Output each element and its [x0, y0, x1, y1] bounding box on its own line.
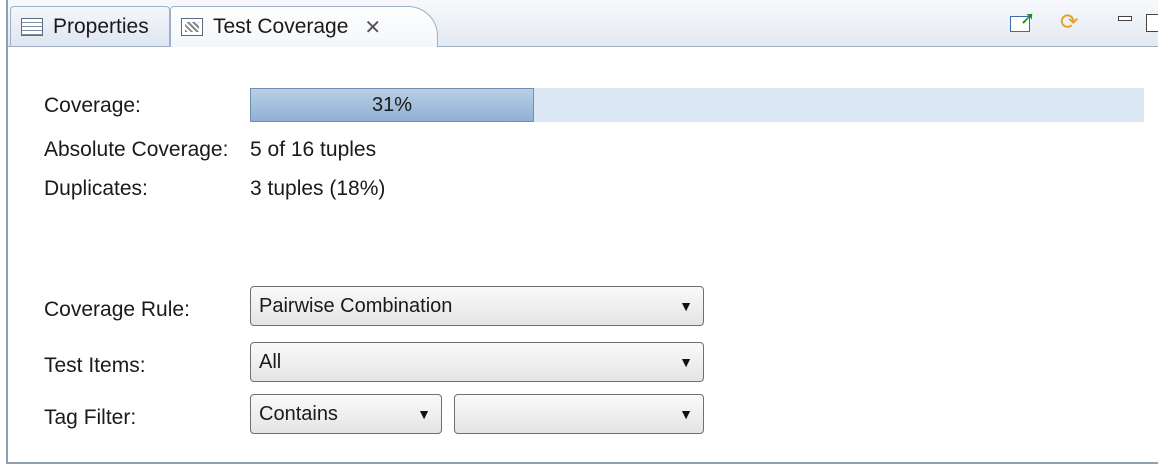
tab-properties-label: Properties: [53, 14, 149, 38]
coverage-rule-select[interactable]: Pairwise Combination ▼: [250, 286, 704, 326]
coverage-icon: [181, 18, 203, 36]
coverage-progress-bar: 31%: [250, 88, 1144, 122]
chevron-down-icon: ▼: [679, 406, 693, 422]
test-items-value: All: [259, 351, 282, 373]
tab-properties[interactable]: Properties: [10, 6, 170, 46]
tab-test-coverage[interactable]: Test Coverage ✕: [170, 6, 438, 47]
absolute-coverage-label: Absolute Coverage:: [44, 138, 229, 161]
tag-filter-mode-select[interactable]: Contains ▼: [250, 394, 442, 434]
chevron-down-icon: ▼: [417, 406, 431, 422]
export-icon[interactable]: ➚: [1008, 8, 1036, 34]
absolute-coverage-value: 5 of 16 tuples: [250, 138, 377, 161]
tab-bar: Properties Test Coverage ✕ ➚ ⟳: [8, 0, 1158, 47]
test-items-select[interactable]: All ▼: [250, 342, 704, 382]
coverage-label: Coverage:: [44, 94, 141, 117]
refresh-icon[interactable]: ⟳: [1060, 10, 1088, 34]
coverage-rule-value: Pairwise Combination: [259, 295, 453, 317]
test-items-label: Test Items:: [44, 354, 146, 377]
minimize-icon[interactable]: [1116, 10, 1134, 34]
tag-filter-value-select[interactable]: ▼: [454, 394, 704, 434]
chevron-down-icon: ▼: [679, 298, 693, 314]
tab-test-coverage-label: Test Coverage: [213, 15, 349, 38]
properties-icon: [21, 17, 43, 36]
close-icon[interactable]: ✕: [364, 15, 381, 40]
chevron-down-icon: ▼: [679, 354, 693, 370]
coverage-rule-label: Coverage Rule:: [44, 298, 190, 321]
coverage-percent: 31%: [371, 94, 413, 116]
duplicates-value: 3 tuples (18%): [250, 177, 386, 200]
test-coverage-view: Properties Test Coverage ✕ ➚ ⟳ Coverage:…: [6, 0, 1158, 464]
duplicates-label: Duplicates:: [44, 177, 148, 200]
maximize-icon[interactable]: [1144, 10, 1158, 34]
tag-filter-mode-value: Contains: [259, 403, 338, 425]
tag-filter-label: Tag Filter:: [44, 406, 137, 429]
